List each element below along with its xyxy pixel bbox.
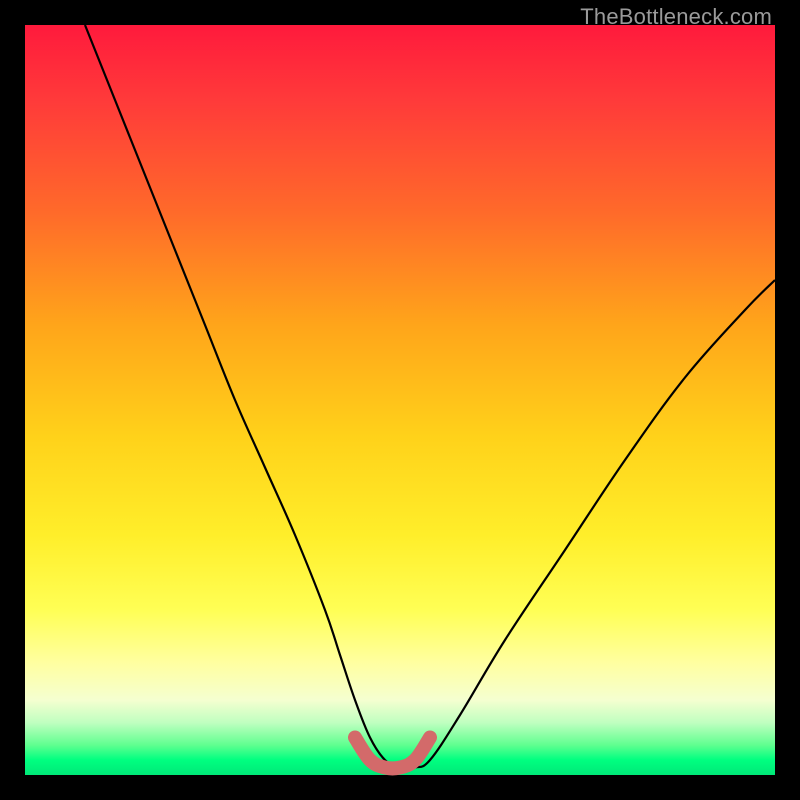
plot-gradient-background [25, 25, 775, 775]
curve-svg [25, 25, 775, 775]
bottleneck-curve-path [85, 25, 775, 769]
chart-frame: TheBottleneck.com [0, 0, 800, 800]
optimal-band-path [355, 738, 430, 769]
